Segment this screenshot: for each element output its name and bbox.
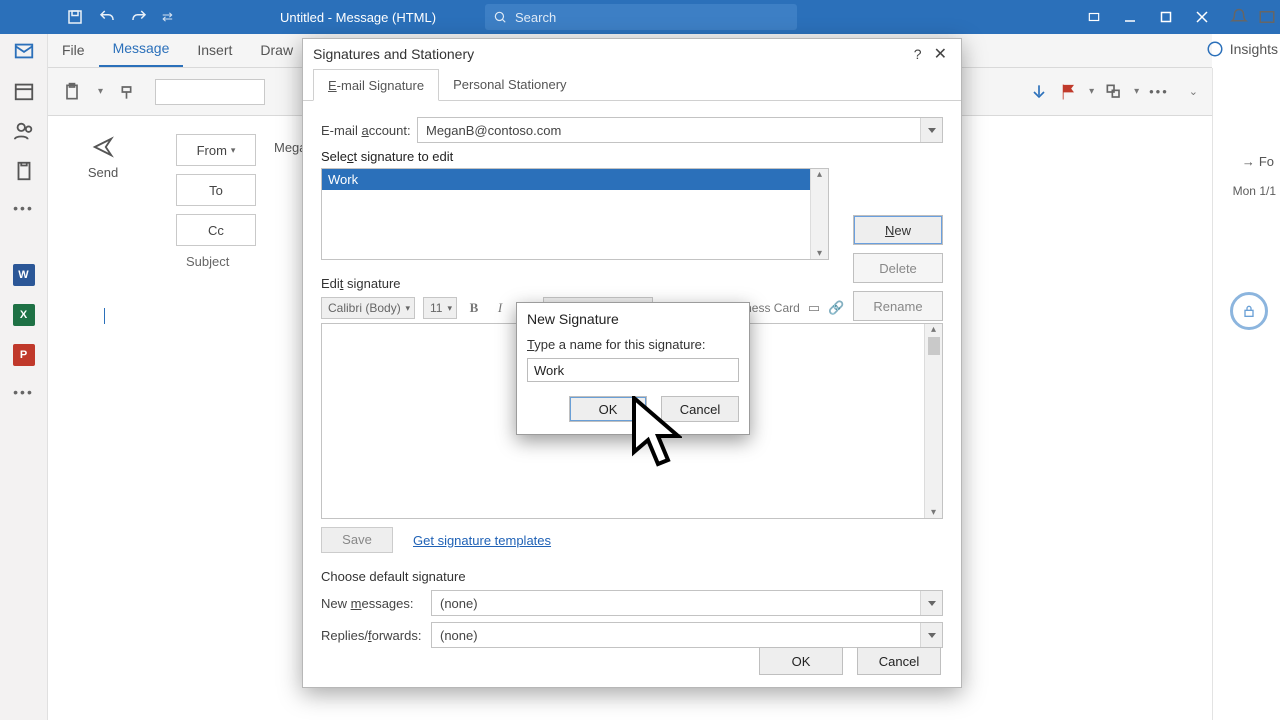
signature-name-input[interactable]: Work (527, 358, 739, 382)
signature-list[interactable]: Work ▴ ▾ (321, 168, 829, 260)
replies-label: Replies/forwards: (321, 628, 431, 643)
tab-message[interactable]: Message (99, 32, 184, 67)
cc-button[interactable]: Cc (176, 214, 256, 246)
chevron-down-icon (920, 623, 942, 647)
delete-signature-button[interactable]: Delete (853, 253, 943, 283)
dialog-title: Signatures and Stationery (313, 46, 474, 62)
tags-chevron[interactable]: ▾ (1134, 86, 1139, 97)
dialog-close-button[interactable]: ✕ (930, 44, 951, 64)
save-signature-button[interactable]: Save (321, 527, 393, 553)
word-icon[interactable]: W (13, 264, 35, 286)
bold-button[interactable]: B (465, 300, 483, 316)
scroll-thumb[interactable] (928, 337, 940, 355)
chevron-down-icon (920, 118, 942, 142)
link-icon[interactable]: 🔗 (828, 300, 844, 316)
send-button[interactable]: Send (68, 136, 138, 180)
templates-link[interactable]: Get signature templates (413, 533, 551, 548)
ribbon-display-icon[interactable] (1076, 0, 1112, 34)
dialog-help-button[interactable]: ? (906, 46, 930, 62)
format-painter-icon[interactable] (119, 82, 139, 102)
mail-icon[interactable] (13, 40, 35, 62)
search-placeholder: Search (515, 10, 556, 25)
new-messages-select[interactable]: (none) (431, 590, 943, 616)
font-family-select[interactable]: Calibri (Body)▾ (321, 297, 415, 319)
choose-default-label: Choose default signature (321, 569, 943, 584)
from-button[interactable]: From▾ (176, 134, 256, 166)
date-label: Mon 1/1 (1233, 184, 1276, 198)
save-icon[interactable] (66, 8, 84, 26)
lock-icon (1241, 303, 1257, 319)
rail-overflow-icon[interactable]: ••• (13, 200, 34, 216)
tab-personal-stationery[interactable]: Personal Stationery (439, 69, 580, 100)
maximize-button[interactable] (1148, 0, 1184, 34)
flag-icon[interactable] (1059, 82, 1079, 102)
left-rail: ••• W X P ••• (0, 34, 48, 720)
select-signature-label: Select signature to edit (321, 149, 943, 164)
window-icon[interactable] (1258, 8, 1276, 26)
app-header-right (1226, 0, 1280, 34)
subject-label: Subject (176, 254, 256, 269)
calendar-icon[interactable] (13, 80, 35, 102)
tab-email-signature[interactable]: E-mail Signature (313, 69, 439, 101)
paste-icon[interactable] (62, 82, 82, 102)
new-signature-prompt: Type a name for this signature: (517, 331, 749, 354)
redo-icon[interactable] (130, 8, 148, 26)
insights-icon (1206, 40, 1224, 58)
people-icon[interactable] (13, 120, 35, 142)
scroll-down-icon[interactable]: ▾ (817, 248, 822, 259)
lock-badge (1230, 292, 1268, 330)
font-select[interactable] (155, 79, 265, 105)
apps-overflow-icon[interactable]: ••• (13, 384, 34, 400)
ribbon-collapse-icon[interactable]: ⌄ (1189, 85, 1198, 98)
tab-file[interactable]: File (48, 34, 99, 67)
excel-icon[interactable]: X (13, 304, 35, 326)
scroll-down-icon[interactable]: ▾ (931, 507, 936, 518)
window-title: Untitled - Message (HTML) (280, 10, 436, 25)
tags-icon[interactable] (1104, 82, 1124, 102)
edit-signature-label: Edit signature (321, 276, 943, 291)
new-signature-button[interactable]: New (853, 215, 943, 245)
dialog-ok-button[interactable]: OK (759, 647, 843, 675)
scroll-up-icon[interactable]: ▴ (931, 324, 936, 335)
signature-item-selected[interactable]: Work (322, 169, 828, 190)
focused-toggle[interactable]: → Fo (1242, 154, 1274, 169)
scroll-up-icon[interactable]: ▴ (817, 169, 822, 180)
search-icon (493, 10, 507, 24)
minimize-button[interactable] (1112, 0, 1148, 34)
dialog-cancel-button[interactable]: Cancel (857, 647, 941, 675)
chevron-down-icon (920, 591, 942, 615)
tasks-icon[interactable] (13, 160, 35, 182)
send-icon (89, 136, 117, 158)
notification-icon[interactable] (1230, 8, 1248, 26)
new-signature-dialog: New Signature Type a name for this signa… (516, 302, 750, 435)
undo-icon[interactable] (98, 8, 116, 26)
replies-select[interactable]: (none) (431, 622, 943, 648)
flag-chevron[interactable]: ▾ (1089, 86, 1094, 97)
picture-icon[interactable]: ▭ (808, 300, 820, 316)
rename-signature-button[interactable]: Rename (853, 291, 943, 321)
qat-overflow-icon[interactable]: ⇄ (162, 9, 173, 25)
insights-button[interactable]: Insights (1206, 40, 1278, 58)
search-box[interactable]: Search (485, 4, 797, 30)
ribbon-overflow-icon[interactable]: ••• (1149, 84, 1169, 99)
body-caret (104, 308, 105, 324)
download-icon[interactable] (1029, 82, 1049, 102)
ok-button[interactable]: OK (569, 396, 647, 422)
to-button[interactable]: To (176, 174, 256, 206)
tab-draw[interactable]: Draw (246, 34, 307, 67)
italic-button[interactable]: I (491, 300, 509, 316)
new-signature-title: New Signature (517, 303, 749, 331)
powerpoint-icon[interactable]: P (13, 344, 35, 366)
cancel-button[interactable]: Cancel (661, 396, 739, 422)
new-messages-label: New messages: (321, 596, 431, 611)
font-size-select[interactable]: 11▾ (423, 297, 457, 319)
email-account-label: E-mail account: (321, 123, 417, 138)
right-panel: → Fo Mon 1/1 (1212, 68, 1280, 720)
paste-chevron[interactable]: ▾ (98, 86, 103, 97)
tab-insert[interactable]: Insert (183, 34, 246, 67)
email-account-select[interactable]: MeganB@contoso.com (417, 117, 943, 143)
quick-access-toolbar: ⇄ (0, 8, 173, 26)
titlebar: ⇄ Untitled - Message (HTML) Search (0, 0, 1280, 34)
close-button[interactable] (1184, 0, 1220, 34)
